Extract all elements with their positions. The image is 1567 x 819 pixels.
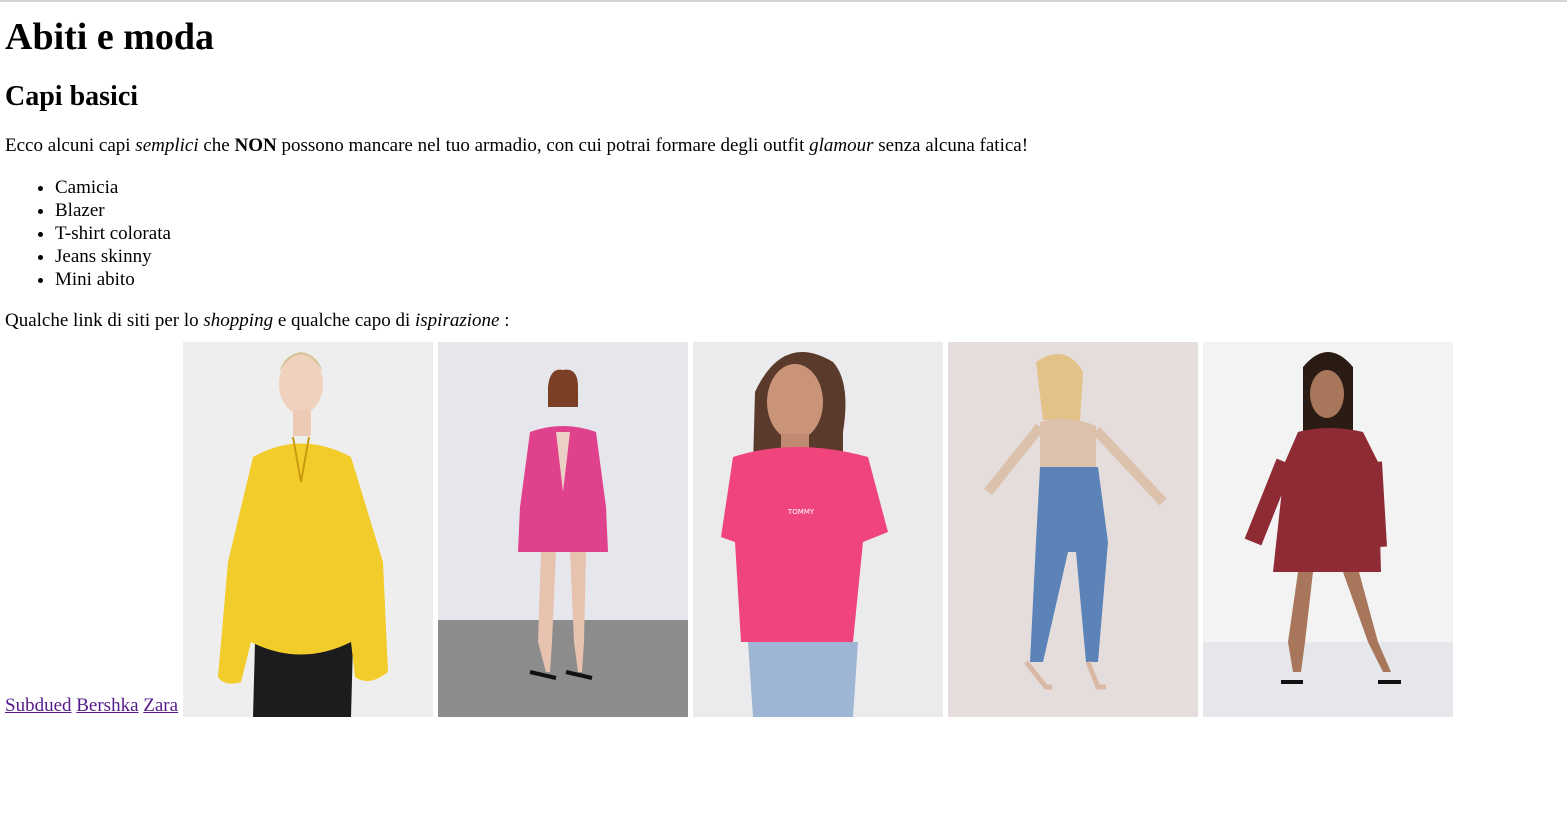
intro-strong: NON: [234, 135, 277, 156]
photo-pink-blazer: [438, 342, 689, 717]
photo-skinny-jeans: [948, 342, 1199, 717]
photo-pink-tshirt: TOMMY: [693, 342, 944, 717]
links-intro-text-3: :: [499, 310, 510, 331]
svg-text:TOMMY: TOMMY: [787, 508, 815, 516]
floral-mini-dress-image: [1203, 342, 1454, 717]
skinny-jeans-image: [948, 342, 1199, 717]
links-intro-text-2: e qualche capo di: [273, 310, 415, 331]
intro-text-2: che: [198, 135, 235, 156]
page-title: Abiti e moda: [5, 16, 214, 58]
link-zara[interactable]: Zara: [143, 695, 178, 716]
yellow-blouse-image: [183, 342, 434, 717]
shop-links: Subdued Bershka Zara: [5, 695, 178, 717]
photo-yellow-blouse: [183, 342, 434, 717]
list-item: T-shirt colorata: [55, 222, 1567, 245]
basics-list: Camicia Blazer T-shirt colorata Jeans sk…: [5, 176, 1567, 291]
links-intro-text-1: Qualche link di siti per lo: [5, 310, 204, 331]
intro-text-1: Ecco alcuni capi: [5, 135, 136, 156]
list-item: Camicia: [55, 176, 1567, 199]
gallery-row: Subdued Bershka Zara TOMMY: [5, 342, 1567, 717]
section-title: Capi basici: [5, 81, 139, 112]
intro-emphasis-1: semplici: [135, 135, 199, 156]
top-border: [0, 0, 1567, 2]
pink-tshirt-image: TOMMY: [693, 342, 944, 717]
links-intro-emphasis-1: shopping: [203, 310, 274, 331]
list-item: Blazer: [55, 199, 1567, 222]
links-intro-paragraph: Qualche link di siti per lo shopping e q…: [5, 309, 1567, 333]
list-item: Jeans skinny: [55, 245, 1567, 268]
links-intro-emphasis-2: ispirazione: [415, 310, 500, 331]
link-bershka[interactable]: Bershka: [76, 695, 138, 716]
link-subdued[interactable]: Subdued: [5, 695, 72, 716]
photo-floral-mini-dress: [1203, 342, 1454, 717]
page-content: Abiti e moda Capi basici Ecco alcuni cap…: [0, 14, 1567, 717]
intro-text-4: senza alcuna fatica!: [873, 135, 1029, 156]
intro-paragraph: Ecco alcuni capi semplici che NON posson…: [5, 134, 1567, 158]
list-item: Mini abito: [55, 268, 1567, 291]
pink-blazer-image: [438, 342, 689, 717]
intro-text-3: possono mancare nel tuo armadio, con cui…: [276, 135, 810, 156]
intro-emphasis-2: glamour: [809, 135, 874, 156]
